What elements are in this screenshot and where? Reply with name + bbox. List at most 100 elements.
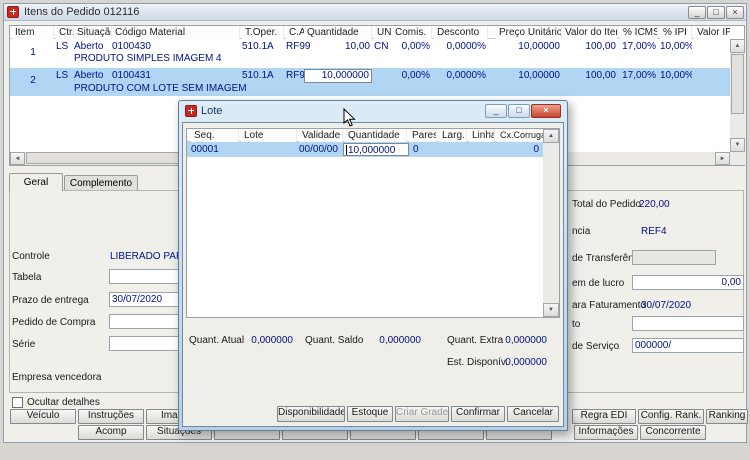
cell-comis: 0,00% <box>401 41 430 52</box>
scroll-up-icon[interactable]: ▲ <box>543 129 559 143</box>
tab-complemento[interactable]: Complemento <box>64 175 138 191</box>
ranking-button[interactable]: Ranking <box>706 409 748 424</box>
pedido-compra-label: Pedido de Compra <box>12 317 96 328</box>
column-header-quantidade[interactable]: Quantidade <box>345 129 407 142</box>
maximize-button[interactable]: □ <box>508 104 530 118</box>
quant-saldo-value: 0,000000 <box>379 335 421 346</box>
servico-label: de Serviço <box>572 341 620 352</box>
tab-geral[interactable]: Geral <box>9 173 63 191</box>
scroll-down-icon[interactable]: ▼ <box>730 138 745 152</box>
column-header-valor-ipi[interactable]: Valor IPI <box>694 26 730 39</box>
estoque-button[interactable]: Estoque <box>347 406 393 422</box>
column-header-item[interactable]: Item <box>12 26 54 39</box>
cancelar-button[interactable]: Cancelar <box>507 406 559 422</box>
main-titlebar[interactable]: Itens do Pedido 012116 _ □ × <box>4 4 746 21</box>
scroll-right-icon[interactable]: ► <box>715 152 730 165</box>
cell-codigo: 0100430 <box>112 41 151 52</box>
scroll-corner <box>730 152 745 165</box>
lote-body: Seq. Lote Validade Quantidade Pares Larg… <box>182 122 564 427</box>
prazo-entrega-input[interactable]: 30/07/2020 <box>109 292 179 307</box>
cell-valor-item: 100,00 <box>585 41 616 52</box>
column-header-ctr[interactable]: Ctr. <box>56 26 74 39</box>
total-pedido-value: 220,00 <box>639 199 670 210</box>
empresa-vencedora-label: Empresa vencedora <box>12 372 102 383</box>
column-header-codigo[interactable]: Código Material <box>112 26 240 39</box>
maximize-button[interactable]: □ <box>707 6 725 19</box>
cell-ipi: 10,00% <box>660 41 692 52</box>
minimize-button[interactable]: _ <box>688 6 706 19</box>
mouse-cursor <box>343 108 356 127</box>
to-label: to <box>572 319 581 330</box>
column-header-quantidade[interactable]: Quantidade <box>304 26 372 39</box>
cell-desconto: 0,0000% <box>446 41 486 52</box>
grid-vscrollbar[interactable]: ▲ ▼ <box>730 39 745 152</box>
column-header-valor-item[interactable]: Valor do Item <box>562 26 618 39</box>
informacoes-button[interactable]: Informações <box>574 425 638 440</box>
column-header-toper[interactable]: T.Oper. <box>242 26 284 39</box>
close-button[interactable]: × <box>726 6 744 19</box>
close-button[interactable]: × <box>531 104 561 118</box>
regra-edi-button[interactable]: Regra EDI <box>572 409 636 424</box>
pedido-compra-input[interactable] <box>109 314 179 329</box>
cell-seq: 00001 <box>191 144 219 155</box>
config-rank-button[interactable]: Config. Rank. <box>638 409 704 424</box>
cell-ipi: 10,00% <box>660 70 692 81</box>
cell-toper: 510.1A <box>242 70 274 81</box>
cell-ctr: LS <box>56 41 69 52</box>
cell-preco: 10,00000 <box>518 70 560 81</box>
transferencia-input[interactable] <box>632 250 716 265</box>
column-header-comis[interactable]: Comis. <box>392 26 432 39</box>
serie-input[interactable] <box>109 336 179 351</box>
cell-uni <box>374 70 394 82</box>
lote-row-selected[interactable]: 00001 00/00/00 10,000000 0 0 <box>187 142 543 157</box>
column-header-preco[interactable]: Preço Unitário <box>496 26 562 39</box>
cell-valor-item: 100,00 <box>585 70 616 81</box>
column-header-seq[interactable]: Seq. <box>191 129 239 142</box>
cell-situacao: Aberto <box>74 41 104 52</box>
column-header-cx-corrugadas[interactable]: Cx.Corrugadas <box>497 129 543 142</box>
cell-item: 2 <box>30 75 36 86</box>
cell-comis: 0,00% <box>401 70 430 81</box>
column-header-situacao[interactable]: Situação <box>74 26 112 39</box>
minimize-button[interactable]: _ <box>485 104 507 118</box>
column-header-pares[interactable]: Pares <box>409 129 437 142</box>
acomp-button[interactable]: Acomp <box>78 425 144 440</box>
tabela-input[interactable] <box>109 269 179 284</box>
margem-lucro-input[interactable]: 0,00 <box>632 275 744 290</box>
to-input[interactable] <box>632 316 744 331</box>
column-header-icms[interactable]: % ICMS <box>620 26 658 39</box>
column-header-linha[interactable]: Linha <box>469 129 495 142</box>
serie-label: Série <box>12 339 36 350</box>
lote-vscrollbar[interactable]: ▲ ▼ <box>543 129 559 317</box>
column-header-desconto[interactable]: Desconto <box>434 26 488 39</box>
ocultar-detalhes-checkbox[interactable] <box>12 397 23 408</box>
referencia-label: ncia <box>572 226 591 237</box>
disponibilidade-button[interactable]: Disponibilidade <box>277 406 345 422</box>
confirmar-button[interactable]: Confirmar <box>451 406 505 422</box>
vscroll-thumb[interactable] <box>731 54 744 114</box>
column-header-ipi[interactable]: % IPI <box>660 26 692 39</box>
servico-input[interactable]: 000000/ <box>632 338 744 353</box>
quantity-editor[interactable]: 10,000000 <box>304 69 372 83</box>
concorrente-button[interactable]: Concorrente <box>640 425 706 440</box>
app-icon <box>7 6 19 18</box>
faturamento-value: 30/07/2020 <box>641 300 692 311</box>
instrucoes-button[interactable]: Instruções <box>78 409 144 424</box>
lote-titlebar[interactable]: Lote _ □ × <box>179 101 567 122</box>
scroll-down-icon[interactable]: ▼ <box>543 303 559 317</box>
cell-icms: 17,00% <box>622 41 656 52</box>
veiculo-button[interactable]: Veículo <box>10 409 76 424</box>
column-header-larg[interactable]: Larg. <box>439 129 467 142</box>
grid-row-2-selected[interactable]: 2 LS Aberto 0100431 510.1A RF99 10,00000… <box>10 68 730 96</box>
column-header-uni[interactable]: UNI <box>374 26 394 39</box>
scroll-left-icon[interactable]: ◄ <box>10 152 25 165</box>
column-header-validade[interactable]: Validade <box>299 129 343 142</box>
column-header-lote[interactable]: Lote <box>241 129 297 142</box>
scroll-up-icon[interactable]: ▲ <box>730 39 745 53</box>
lote-quantity-editor[interactable]: 10,000000 <box>343 143 409 156</box>
cell-uni: CN <box>374 41 389 52</box>
cell-descricao: PRODUTO COM LOTE SEM IMAGEM <box>74 83 247 94</box>
cell-preco: 10,00000 <box>518 41 560 52</box>
cell-descricao: PRODUTO SIMPLES IMAGEM 4 <box>74 53 222 64</box>
cell-desconto: 0,0000% <box>446 70 486 81</box>
